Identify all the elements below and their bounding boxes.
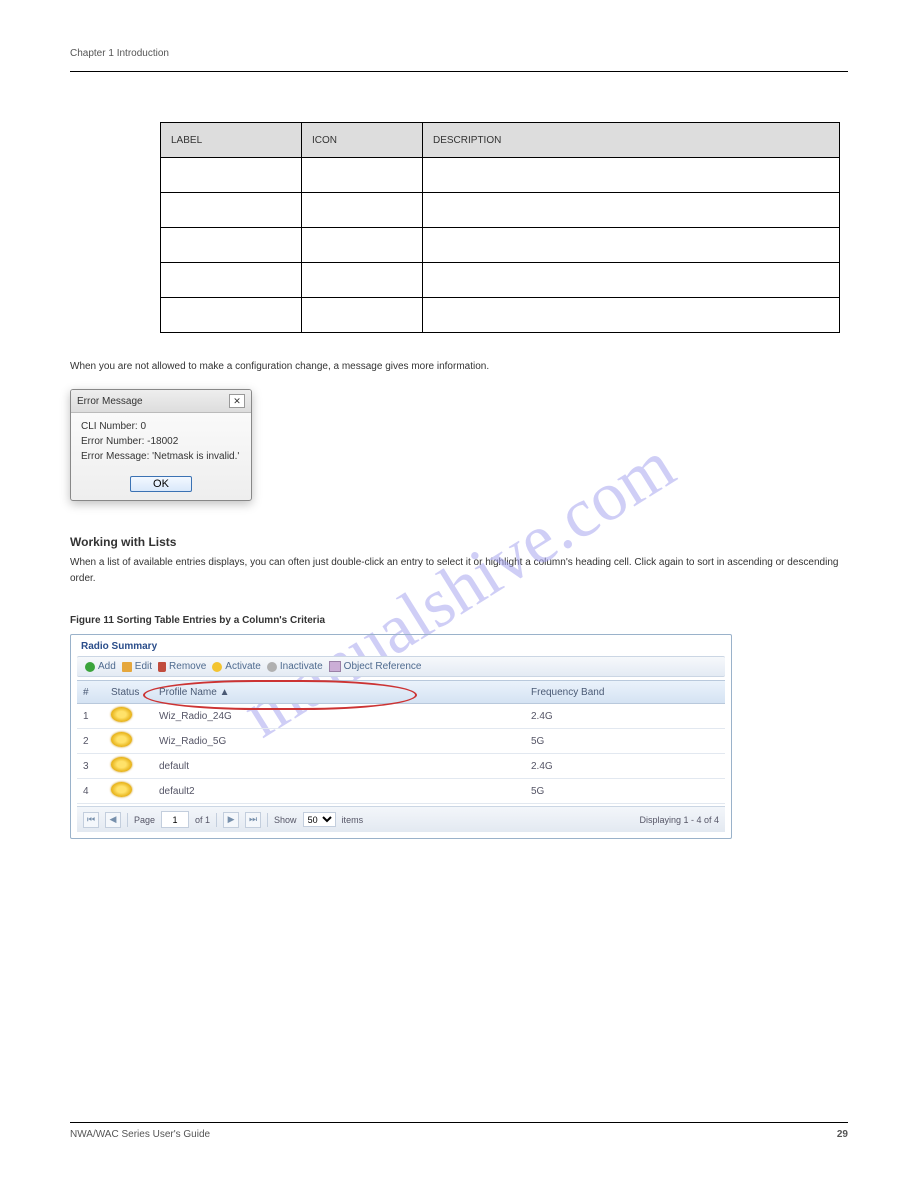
col-profile-name[interactable]: Profile Name ▲	[153, 684, 525, 701]
th-icon: ICON	[302, 123, 423, 158]
last-page-button[interactable]: ⏭	[245, 812, 261, 828]
displaying-label: Displaying 1 - 4 of 4	[639, 815, 719, 825]
col-status[interactable]: Status	[105, 684, 153, 701]
edit-button[interactable]: Edit	[122, 661, 152, 672]
dialog-errnum: Error Number: -18002	[81, 434, 241, 449]
panel-title: Radio Summary	[71, 635, 731, 656]
th-label: LABEL	[161, 123, 302, 158]
status-bulb-icon	[111, 757, 132, 772]
dialog-titlebar[interactable]: Error Message ✕	[71, 390, 251, 413]
header-rule	[70, 71, 848, 72]
ok-button[interactable]: OK	[130, 476, 192, 492]
object-ref-button[interactable]: Object Reference	[329, 661, 422, 672]
status-bulb-icon	[111, 707, 132, 722]
doc-header: Chapter 1 Introduction	[70, 48, 848, 59]
status-bulb-icon	[111, 732, 132, 747]
pencil-icon	[122, 662, 132, 672]
footer-title: NWA/WAC Series User's Guide	[70, 1129, 210, 1140]
first-page-button[interactable]: ⏮	[83, 812, 99, 828]
table-row[interactable]: 2 Wiz_Radio_5G 5G	[77, 729, 725, 754]
remove-button[interactable]: Remove	[158, 661, 206, 672]
page-number: 29	[837, 1129, 848, 1140]
panel-toolbar: Add Edit Remove Activate Inactivate Obje…	[77, 656, 725, 677]
prev-page-button[interactable]: ◀	[105, 812, 121, 828]
dialog-errmsg: Error Message: 'Netmask is invalid.'	[81, 449, 241, 464]
reference-icon	[329, 661, 341, 672]
table-row[interactable]: 1 Wiz_Radio_24G 2.4G	[77, 704, 725, 729]
bulb-on-icon	[212, 662, 222, 672]
dialog-body: CLI Number: 0 Error Number: -18002 Error…	[71, 413, 251, 470]
page-input[interactable]	[161, 811, 189, 828]
figure-caption: Figure 11 Sorting Table Entries by a Col…	[70, 615, 848, 626]
section-body: When a list of available entries display…	[70, 555, 848, 587]
plus-icon	[85, 662, 95, 672]
col-freq-band[interactable]: Frequency Band	[525, 684, 725, 701]
dialog-cli: CLI Number: 0	[81, 419, 241, 434]
close-icon[interactable]: ✕	[229, 394, 245, 408]
next-page-button[interactable]: ▶	[223, 812, 239, 828]
pre-dialog-text: When you are not allowed to make a confi…	[70, 359, 848, 375]
table-row[interactable]: 4 default2 5G	[77, 779, 725, 804]
radio-summary-panel: Radio Summary Add Edit Remove Activate I…	[70, 634, 732, 839]
col-num[interactable]: #	[77, 684, 105, 701]
th-desc: DESCRIPTION	[423, 123, 840, 158]
error-dialog: Error Message ✕ CLI Number: 0 Error Numb…	[70, 389, 252, 501]
pager: ⏮ ◀ Page of 1 ▶ ⏭ Show 50 items Displayi…	[77, 806, 725, 832]
icon-table: LABEL ICON DESCRIPTION	[160, 122, 840, 333]
section-heading: Working with Lists	[70, 535, 848, 549]
dialog-title: Error Message	[77, 396, 143, 407]
trash-icon	[158, 662, 166, 672]
table-row[interactable]: 3 default 2.4G	[77, 754, 725, 779]
activate-button[interactable]: Activate	[212, 661, 261, 672]
inactivate-button[interactable]: Inactivate	[267, 661, 323, 672]
add-button[interactable]: Add	[85, 661, 116, 672]
status-bulb-icon	[111, 782, 132, 797]
grid-header: # Status Profile Name ▲ Frequency Band	[77, 680, 725, 704]
page-size-select[interactable]: 50	[303, 812, 336, 827]
page-footer: NWA/WAC Series User's Guide 29	[70, 1122, 848, 1140]
bulb-off-icon	[267, 662, 277, 672]
